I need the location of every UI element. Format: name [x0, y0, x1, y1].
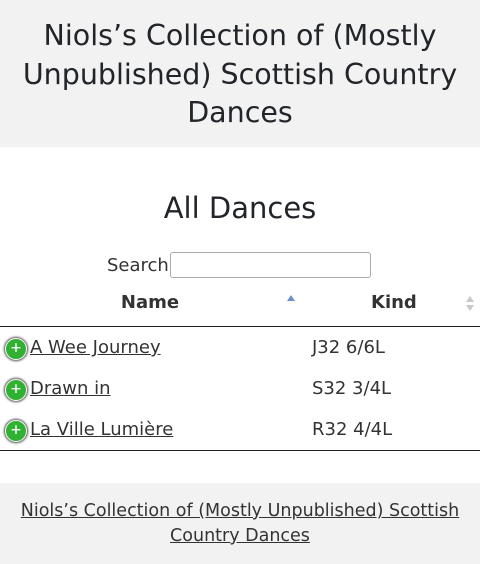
dance-kind: R32 4/4L [312, 419, 393, 440]
site-title: Niols’s Collection of (Mostly Unpublishe… [22, 19, 458, 129]
sort-descending-icon [466, 305, 474, 311]
column-header-name[interactable]: Name [0, 290, 300, 318]
table-bottom-border [0, 450, 480, 451]
site-footer: Niols’s Collection of (Mostly Unpublishe… [0, 483, 480, 564]
dance-name-link[interactable]: A Wee Journey [30, 336, 161, 360]
table-row: + Drawn in S32 3/4L [0, 368, 480, 409]
column-header-name-label: Name [120, 292, 180, 313]
column-header-kind[interactable]: Kind [300, 290, 480, 318]
plus-circle-icon[interactable]: + [5, 338, 27, 360]
plus-circle-icon[interactable]: + [5, 379, 27, 401]
dance-name-link[interactable]: La Ville Lumière [30, 418, 173, 442]
footer-home-link[interactable]: Niols’s Collection of (Mostly Unpublishe… [0, 499, 480, 549]
table-row: + La Ville Lumière R32 4/4L [0, 409, 480, 450]
dance-kind: S32 3/4L [312, 378, 392, 399]
dance-kind: J32 6/6L [312, 337, 385, 358]
sort-ascending-icon [287, 295, 295, 301]
sort-ascending-icon [466, 296, 474, 302]
search-input[interactable] [170, 252, 371, 278]
page-title: All Dances [163, 191, 317, 225]
table-row: + A Wee Journey J32 6/6L [0, 327, 480, 368]
column-header-kind-label: Kind [371, 292, 417, 313]
plus-circle-icon[interactable]: + [5, 420, 27, 442]
site-header: Niols’s Collection of (Mostly Unpublishe… [0, 0, 480, 147]
search-label: Search: [107, 255, 175, 276]
dance-name-link[interactable]: Drawn in [30, 377, 111, 401]
